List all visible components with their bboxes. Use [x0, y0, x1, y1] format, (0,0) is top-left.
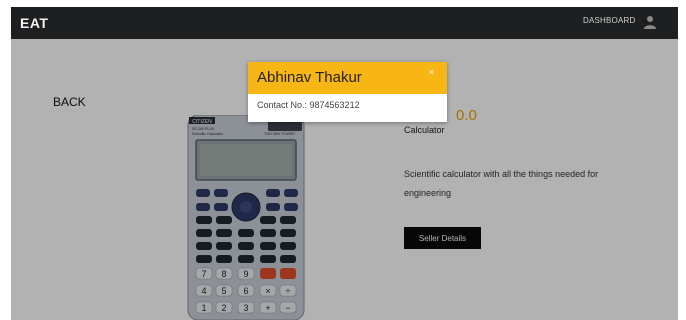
seller-modal: Abhinav Thakur × Contact No.: 9874563212 — [248, 62, 447, 122]
modal-title: Abhinav Thakur — [257, 69, 362, 86]
page-frame: EAT DASHBOARD BACK CITIZEN SR-260 PLUS S… — [0, 0, 686, 320]
close-icon[interactable]: × — [429, 67, 434, 77]
dashboard-link[interactable]: DASHBOARD — [583, 16, 635, 25]
brand-logo[interactable]: EAT — [20, 15, 48, 31]
seller-contact: Contact No.: 9874563212 — [257, 100, 360, 110]
modal-header: Abhinav Thakur × — [248, 62, 447, 94]
navbar: EAT DASHBOARD — [11, 7, 678, 39]
user-icon[interactable] — [642, 14, 658, 30]
